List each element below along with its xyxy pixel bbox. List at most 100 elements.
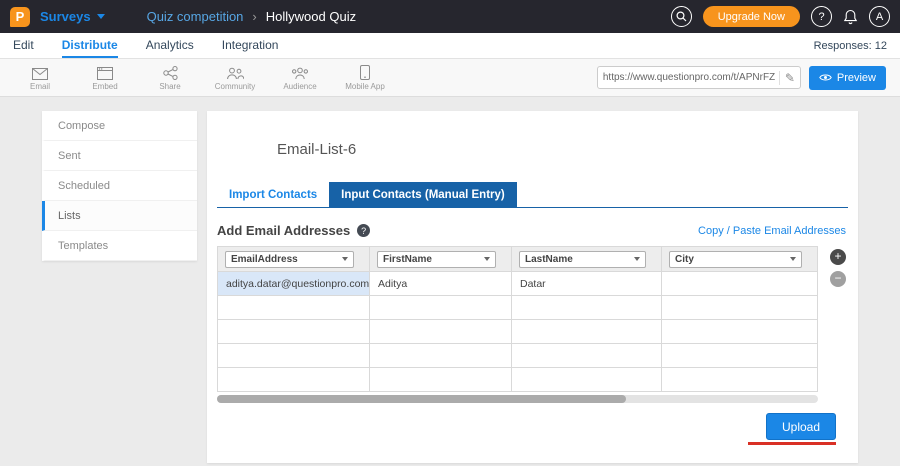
chevron-down-icon	[97, 14, 105, 19]
tool-label: Audience	[283, 82, 316, 91]
tool-mobile-app[interactable]: Mobile App	[339, 65, 391, 91]
contacts-grid-wrap: EmailAddress FirstName LastName City adi…	[217, 246, 818, 392]
tool-audience[interactable]: Audience	[274, 65, 326, 91]
column-select-label: City	[675, 254, 694, 265]
contact-tabs: Import Contacts Input Contacts (Manual E…	[217, 182, 848, 208]
tool-email[interactable]: Email	[14, 65, 66, 91]
cell-lastname[interactable]	[512, 344, 662, 368]
bell-icon	[843, 9, 858, 25]
column-select-lastname[interactable]: LastName	[519, 251, 646, 268]
cell-firstname[interactable]	[370, 344, 512, 368]
tool-embed[interactable]: Embed	[79, 65, 131, 91]
notifications-button[interactable]	[843, 9, 858, 25]
tool-label: Embed	[92, 82, 117, 91]
table-row: aditya.datar@questionpro.com Aditya Data…	[218, 272, 818, 296]
cell-lastname[interactable]	[512, 296, 662, 320]
community-icon	[226, 65, 244, 80]
email-icon	[32, 65, 48, 80]
table-row	[218, 320, 818, 344]
cell-firstname[interactable]: Aditya	[370, 272, 512, 296]
survey-url-input[interactable]	[603, 72, 779, 83]
responses-count: Responses: 12	[814, 40, 887, 52]
cell-email[interactable]: aditya.datar@questionpro.com	[218, 272, 370, 296]
breadcrumb: Quiz competition › Hollywood Quiz	[147, 9, 357, 24]
upload-button[interactable]: Upload	[766, 413, 836, 440]
help-button[interactable]: ?	[811, 6, 832, 27]
cell-city[interactable]	[662, 296, 818, 320]
cell-city[interactable]	[662, 320, 818, 344]
cell-lastname[interactable]	[512, 320, 662, 344]
cell-firstname[interactable]	[370, 296, 512, 320]
cell-email[interactable]	[218, 296, 370, 320]
column-select-emailaddress[interactable]: EmailAddress	[225, 251, 354, 268]
cell-city[interactable]	[662, 368, 818, 392]
nav-integration[interactable]: Integration	[222, 33, 279, 58]
chevron-down-icon	[342, 257, 348, 261]
surveys-label: Surveys	[40, 9, 91, 24]
topbar-actions: Upgrade Now ? A	[671, 6, 890, 27]
cell-email[interactable]	[218, 368, 370, 392]
horizontal-scrollbar[interactable]	[217, 395, 818, 403]
column-select-label: EmailAddress	[231, 254, 298, 265]
edit-icon[interactable]: ✎	[779, 71, 795, 85]
app-root: P Surveys Quiz competition › Hollywood Q…	[0, 0, 900, 463]
annotation-underline	[748, 442, 836, 445]
breadcrumb-parent[interactable]: Quiz competition	[147, 9, 244, 24]
embed-icon	[97, 65, 113, 80]
help-icon[interactable]: ?	[357, 224, 370, 237]
tool-community[interactable]: Community	[209, 65, 261, 91]
upload-row: Upload	[207, 413, 836, 445]
search-button[interactable]	[671, 6, 692, 27]
tool-label: Share	[159, 82, 180, 91]
cell-email[interactable]	[218, 344, 370, 368]
column-select-city[interactable]: City	[669, 251, 802, 268]
sidebar-item-templates[interactable]: Templates	[42, 231, 197, 261]
add-row-button[interactable]: +	[830, 249, 846, 265]
survey-url-box: ✎	[597, 66, 801, 89]
table-row	[218, 296, 818, 320]
sidebar-item-compose[interactable]: Compose	[42, 111, 197, 141]
cell-email[interactable]	[218, 320, 370, 344]
avatar-letter: A	[876, 11, 883, 23]
email-sidebar: Compose Sent Scheduled Lists Templates	[42, 111, 197, 261]
cell-firstname[interactable]	[370, 368, 512, 392]
chevron-down-icon	[790, 257, 796, 261]
nav-distribute[interactable]: Distribute	[62, 33, 118, 58]
cell-firstname[interactable]	[370, 320, 512, 344]
audience-icon	[291, 65, 309, 80]
column-select-firstname[interactable]: FirstName	[377, 251, 496, 268]
cell-city[interactable]	[662, 272, 818, 296]
topbar: P Surveys Quiz competition › Hollywood Q…	[0, 0, 900, 33]
cell-lastname[interactable]	[512, 368, 662, 392]
cell-lastname[interactable]: Datar	[512, 272, 662, 296]
tab-input-contacts-manual[interactable]: Input Contacts (Manual Entry)	[329, 182, 517, 207]
table-row	[218, 344, 818, 368]
list-title: Email-List-6	[207, 111, 858, 158]
nav-analytics[interactable]: Analytics	[146, 33, 194, 58]
tool-label: Mobile App	[345, 82, 385, 91]
copy-paste-link[interactable]: Copy / Paste Email Addresses	[698, 225, 846, 237]
distribute-toolbar: Email Embed Share Community Audience	[0, 59, 900, 97]
sidebar-item-sent[interactable]: Sent	[42, 141, 197, 171]
breadcrumb-current: Hollywood Quiz	[266, 9, 356, 24]
preview-button[interactable]: Preview	[809, 66, 886, 90]
questionpro-logo[interactable]: P	[10, 7, 30, 27]
surveys-dropdown[interactable]: Surveys	[40, 9, 105, 24]
preview-label: Preview	[837, 72, 876, 84]
nav-edit[interactable]: Edit	[13, 33, 34, 58]
tab-import-contacts[interactable]: Import Contacts	[217, 182, 329, 207]
cell-city[interactable]	[662, 344, 818, 368]
breadcrumb-separator: ›	[252, 9, 256, 24]
help-symbol: ?	[818, 11, 824, 23]
avatar[interactable]: A	[869, 6, 890, 27]
sidebar-item-lists[interactable]: Lists	[42, 201, 197, 231]
section-title: Add Email Addresses	[217, 223, 350, 238]
column-select-label: LastName	[525, 254, 573, 265]
scrollbar-thumb[interactable]	[217, 395, 626, 403]
remove-row-button[interactable]: −	[830, 271, 846, 287]
search-icon	[676, 11, 687, 22]
sidebar-item-scheduled[interactable]: Scheduled	[42, 171, 197, 201]
upgrade-button[interactable]: Upgrade Now	[703, 6, 800, 27]
chevron-down-icon	[484, 257, 490, 261]
tool-share[interactable]: Share	[144, 65, 196, 91]
